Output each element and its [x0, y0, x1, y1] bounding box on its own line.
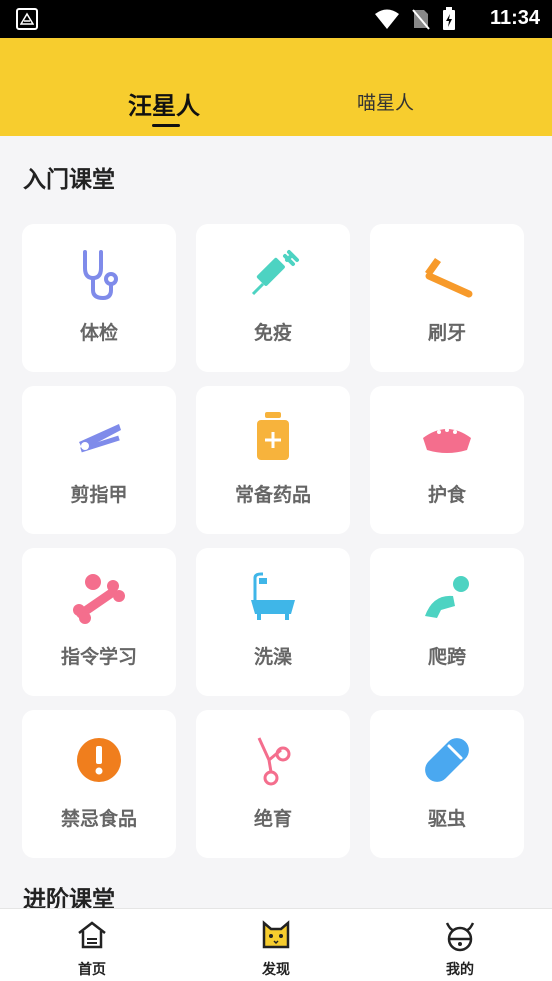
course-card-brushing[interactable]: 刷牙 — [370, 224, 524, 372]
nav-discover-label: 发现 — [262, 962, 290, 978]
course-card-checkup[interactable]: 体检 — [22, 224, 176, 372]
status-time: 11:34 — [489, 7, 540, 29]
bone-ball-icon — [73, 574, 125, 624]
wifi-icon — [375, 9, 399, 29]
active-tab-indicator — [152, 124, 180, 127]
course-card-medicine[interactable]: 常备药品 — [196, 386, 350, 534]
scissors-icon — [257, 737, 291, 786]
crawling-icon — [425, 576, 469, 618]
toothbrush-icon — [425, 258, 473, 298]
course-label: 指令学习 — [60, 646, 137, 668]
nav-home[interactable]: 首页 — [52, 919, 132, 979]
pill-capsule-icon — [425, 738, 469, 782]
battery-icon — [443, 7, 455, 30]
section-title-intro: 入门课堂 — [23, 167, 115, 193]
course-label: 绝育 — [253, 808, 292, 830]
dog-face-icon — [445, 922, 475, 952]
course-label: 驱虫 — [427, 808, 466, 830]
header: 汪星人 喵星人 — [0, 38, 552, 136]
cat-face-icon — [262, 920, 290, 949]
nav-discover[interactable]: 发现 — [236, 919, 316, 979]
course-card-food-guarding[interactable]: 护食 — [370, 386, 524, 534]
app-notification-icon — [16, 8, 38, 30]
course-label: 体检 — [79, 322, 118, 344]
nav-mine-label: 我的 — [446, 962, 474, 978]
no-sim-icon — [412, 9, 430, 30]
course-label: 爬跨 — [427, 646, 466, 668]
nail-clipper-icon — [79, 424, 121, 453]
course-card-command[interactable]: 指令学习 — [22, 548, 176, 696]
course-card-neuter[interactable]: 绝育 — [196, 710, 350, 858]
bottom-nav: 首页 发现 我的 — [0, 908, 552, 981]
bathtub-icon — [251, 572, 295, 620]
course-label: 洗澡 — [253, 646, 292, 668]
course-label: 护食 — [427, 484, 466, 506]
course-card-nail[interactable]: 剪指甲 — [22, 386, 176, 534]
course-card-mounting[interactable]: 爬跨 — [370, 548, 524, 696]
course-label: 常备药品 — [234, 484, 311, 506]
course-card-deworm[interactable]: 驱虫 — [370, 710, 524, 858]
tab-dogs[interactable]: 汪星人 — [128, 86, 200, 121]
course-card-vaccine[interactable]: 免疫 — [196, 224, 350, 372]
course-card-bath[interactable]: 洗澡 — [196, 548, 350, 696]
food-bowl-icon — [423, 428, 471, 453]
tab-cats[interactable]: 喵星人 — [357, 88, 414, 115]
course-label: 剪指甲 — [70, 484, 128, 506]
syringe-icon — [251, 250, 299, 296]
status-bar: 11:34 — [0, 0, 552, 38]
nav-mine[interactable]: 我的 — [420, 919, 500, 979]
course-label: 免疫 — [253, 322, 292, 344]
stethoscope-icon — [83, 250, 118, 301]
course-label: 禁忌食品 — [60, 808, 137, 830]
medicine-box-icon — [257, 412, 289, 460]
home-icon — [78, 921, 106, 949]
course-card-forbidden-food[interactable]: 禁忌食品 — [22, 710, 176, 858]
warning-icon — [77, 738, 121, 782]
course-label: 刷牙 — [427, 322, 466, 344]
nav-home-label: 首页 — [78, 962, 106, 978]
